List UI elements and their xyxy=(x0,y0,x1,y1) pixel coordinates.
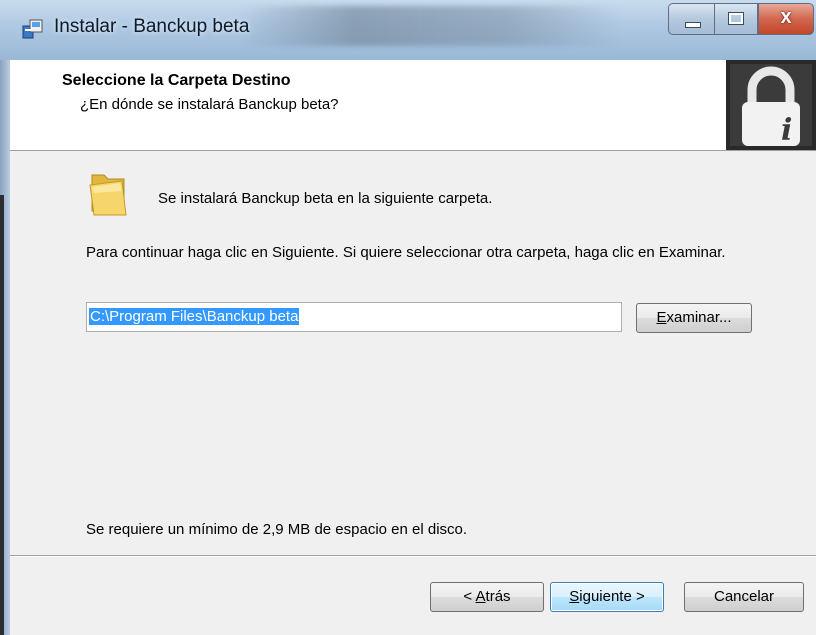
cancel-button[interactable]: Cancelar xyxy=(684,582,804,612)
back-accelerator: A xyxy=(475,588,486,605)
close-icon: x xyxy=(780,6,792,28)
wizard-footer: < Atrás Siguiente > Cancelar xyxy=(10,557,816,635)
window-frame-shadow xyxy=(0,195,4,635)
browse-button[interactable]: Examinar... xyxy=(636,303,752,333)
wizard-content: Se instalará Banckup beta en la siguient… xyxy=(10,151,816,555)
page-subtitle: ¿En dónde se instalará Banckup beta? xyxy=(80,96,339,113)
installer-icon[interactable] xyxy=(22,18,44,40)
minimize-button[interactable] xyxy=(668,3,714,35)
folder-icon xyxy=(89,174,127,216)
back-label: trás xyxy=(485,588,511,605)
next-label: iguiente > xyxy=(579,588,645,605)
maximize-button[interactable] xyxy=(714,3,758,35)
back-label-prefix: < xyxy=(463,588,476,605)
browse-accelerator: E xyxy=(656,309,667,326)
destination-info: Se instalará Banckup beta en la siguient… xyxy=(158,190,493,207)
space-required-text: Se requiere un mínimo de 2,9 MB de espac… xyxy=(86,521,468,538)
next-button[interactable]: Siguiente > xyxy=(550,582,664,612)
minimize-icon xyxy=(685,22,701,28)
lock-info-icon: i xyxy=(726,60,816,150)
destination-path-input[interactable]: C:\Program Files\Banckup beta xyxy=(86,302,622,332)
wizard-header: Seleccione la Carpeta Destino ¿En dónde … xyxy=(10,60,816,151)
back-button[interactable]: < Atrás xyxy=(430,582,544,612)
next-accelerator: S xyxy=(569,588,580,605)
title-bar-glass xyxy=(240,6,620,46)
title-bar[interactable]: Instalar - Banckup beta x xyxy=(0,0,816,60)
close-button[interactable]: x xyxy=(758,3,814,35)
instructions-text: Para continuar haga clic en Siguiente. S… xyxy=(86,244,726,261)
installer-window: Instalar - Banckup beta x Seleccione la … xyxy=(0,0,816,635)
maximize-icon xyxy=(728,12,744,25)
window-title: Instalar - Banckup beta xyxy=(54,16,250,37)
page-title: Seleccione la Carpeta Destino xyxy=(62,72,291,89)
path-selection: C:\Program Files\Banckup beta xyxy=(89,308,300,325)
footer-divider xyxy=(10,555,816,556)
svg-text:i: i xyxy=(781,113,792,148)
browse-label: xaminar... xyxy=(666,309,732,326)
